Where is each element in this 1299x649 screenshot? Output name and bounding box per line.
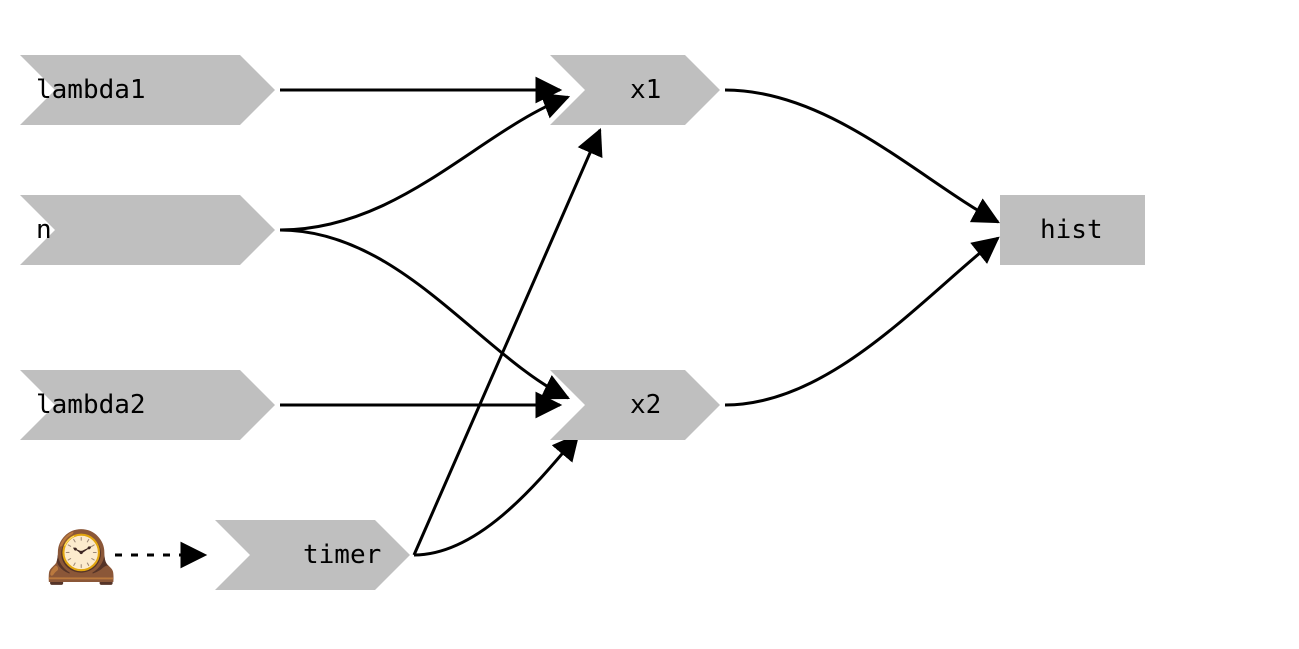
edge-timer-to-x1: [414, 130, 600, 555]
edge-x2-to-hist: [725, 238, 998, 405]
node-x1: x1: [550, 55, 720, 125]
node-n-label: n: [36, 215, 52, 245]
edge-n-to-x2: [280, 230, 568, 398]
node-timer-label: timer: [303, 540, 381, 570]
node-timer: timer: [215, 520, 410, 590]
node-x1-label: x1: [630, 75, 661, 105]
node-x2-label: x2: [630, 390, 661, 420]
clock-icon-glyph: 🕰️: [45, 521, 117, 589]
node-n-shape: [20, 195, 275, 265]
clock-icon: 🕰️: [45, 521, 117, 589]
node-lambda2-label: lambda2: [36, 390, 146, 420]
edge-timer-to-x2: [414, 435, 578, 555]
node-n: n: [20, 195, 275, 265]
node-x2: x2: [550, 370, 720, 440]
edge-x1-to-hist: [725, 90, 998, 222]
node-lambda2: lambda2: [20, 370, 275, 440]
edge-n-to-x1: [280, 97, 568, 230]
node-hist: hist: [1000, 195, 1145, 265]
node-hist-label: hist: [1040, 215, 1103, 245]
node-lambda1: lambda1: [20, 55, 275, 125]
node-lambda1-label: lambda1: [36, 75, 146, 105]
